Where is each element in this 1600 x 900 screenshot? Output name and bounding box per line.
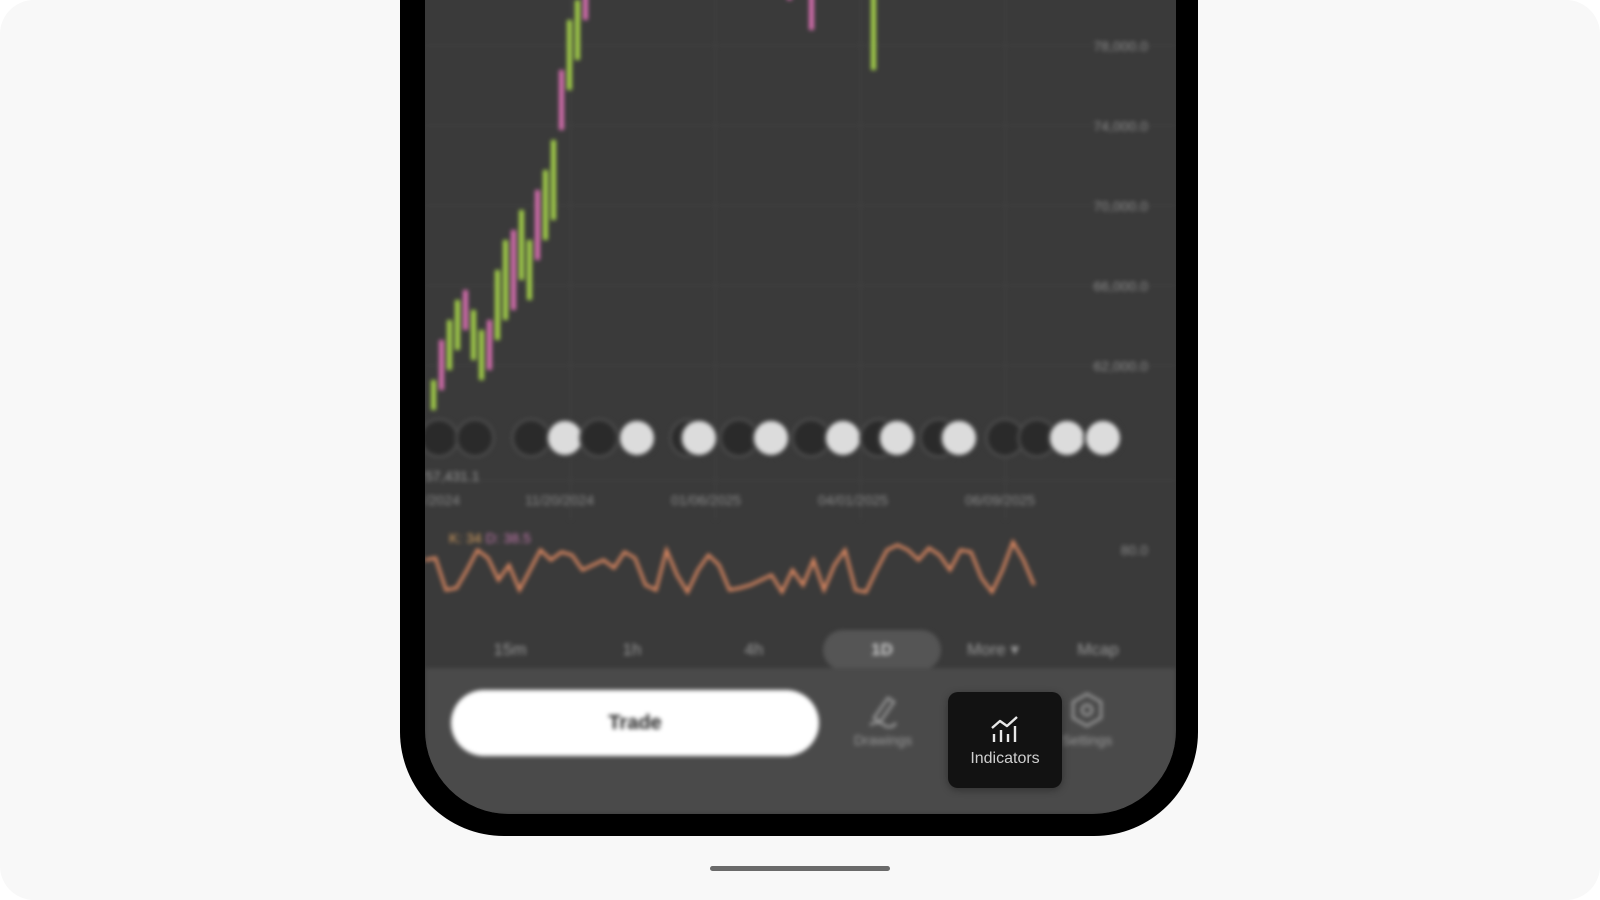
coin-marker[interactable]	[579, 418, 619, 458]
coin-marker[interactable]	[823, 418, 863, 458]
candlestick-series	[431, 0, 876, 410]
drawings-button[interactable]: Drawings	[833, 692, 933, 768]
current-price-tag: 57,431.1	[425, 468, 480, 484]
coin-marker[interactable]	[877, 418, 917, 458]
candle	[559, 70, 564, 130]
candle	[455, 300, 460, 350]
chart-indicator-icon	[991, 716, 1018, 742]
candle	[543, 170, 548, 240]
candle	[871, 0, 876, 70]
x-axis-label: 04/01/2025	[818, 492, 889, 508]
timeframe-1h[interactable]: 1h	[587, 630, 677, 670]
candle	[535, 190, 540, 260]
timeframe-1d[interactable]: 1D	[823, 630, 941, 670]
coin-marker[interactable]	[939, 418, 979, 458]
candle	[479, 330, 484, 380]
coin-marker-strip[interactable]	[425, 418, 1139, 464]
coin-marker[interactable]	[679, 418, 719, 458]
grid-line	[425, 480, 1176, 481]
coin-marker[interactable]	[617, 418, 657, 458]
home-indicator	[710, 866, 890, 871]
bottom-toolbar: Trade Drawings Settings	[425, 668, 1176, 814]
candle	[575, 0, 580, 60]
phone-screen: 78,000.0 74,000.0 70,000.0 66,000.0 62,0…	[425, 0, 1176, 814]
candle	[567, 20, 572, 90]
candle	[583, 0, 588, 20]
indicators-label: Indicators	[970, 750, 1040, 767]
candle	[439, 340, 444, 390]
coin-marker[interactable]	[1047, 418, 1087, 458]
candle	[463, 290, 468, 330]
candle	[431, 380, 436, 410]
trade-button[interactable]: Trade	[451, 690, 819, 756]
hexagon-gear-icon	[1071, 692, 1103, 728]
coin-marker[interactable]	[1083, 418, 1123, 458]
drawings-label: Drawings	[853, 732, 913, 748]
stochastic-line	[425, 538, 1036, 596]
candle	[447, 320, 452, 370]
x-axis-label: 01/06/2025	[671, 492, 742, 508]
pen-icon	[869, 696, 897, 728]
coin-marker[interactable]	[455, 418, 495, 458]
candle	[809, 0, 814, 30]
chart-area[interactable]: 78,000.0 74,000.0 70,000.0 66,000.0 62,0…	[425, 0, 1176, 814]
timeframe-mcap[interactable]: Mcap	[1053, 630, 1143, 670]
indicators-button[interactable]: Indicators	[948, 692, 1062, 788]
candle	[511, 230, 516, 310]
x-axis-label: 11/20/2024	[525, 492, 595, 508]
coin-marker[interactable]	[751, 418, 791, 458]
candle	[527, 240, 532, 300]
candle	[551, 140, 556, 220]
x-axis-label: /2024	[425, 492, 461, 508]
candle	[471, 310, 476, 360]
x-axis-label: 06/09/2025	[965, 492, 1036, 508]
candle	[495, 270, 500, 340]
coin-marker[interactable]	[425, 418, 459, 458]
timeframe-more-dropdown[interactable]: More ▾	[947, 630, 1039, 670]
candle	[487, 320, 492, 370]
timeframe-15m[interactable]: 15m	[465, 630, 555, 670]
timeframe-4h[interactable]: 4h	[709, 630, 799, 670]
settings-label: Settings	[1061, 732, 1113, 748]
candle	[519, 210, 524, 280]
candle	[503, 240, 508, 320]
